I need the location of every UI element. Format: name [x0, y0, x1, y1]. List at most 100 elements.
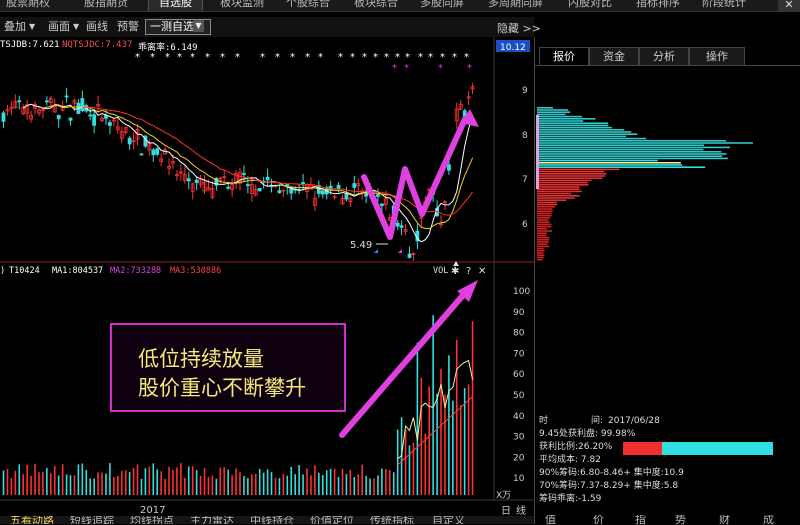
chart-toolbar: 叠加 ▼ 画面 ▼ 画线 预警 一测自选 ▼ 隐藏 >> — [0, 17, 541, 37]
hide-label: 隐藏 — [497, 22, 519, 35]
stat-profit-disk: 9.45处获利盘: 99.98% — [539, 429, 636, 439]
tab-indicator-sort[interactable]: 指标排序 — [636, 0, 680, 11]
signal-star-magenta: * — [438, 63, 443, 74]
candle-body — [265, 176, 270, 181]
draw-dropdown-icon[interactable]: ▼ — [73, 20, 79, 34]
help-icon[interactable]: ? — [466, 266, 471, 277]
tab-quote[interactable]: 报价 — [539, 47, 589, 65]
chip-bar — [537, 118, 596, 120]
vol-ma1: MA1:804537 — [52, 266, 103, 276]
signal-star: * — [373, 52, 378, 63]
volume-arrow — [339, 290, 468, 438]
chip-bar — [537, 120, 584, 122]
candle-body — [245, 184, 250, 187]
close-icon[interactable]: ✕ — [778, 0, 800, 11]
signal-star: * — [177, 52, 182, 63]
tab-sector-monitor[interactable]: 板块监测 — [220, 0, 264, 11]
chip-bar — [537, 186, 580, 188]
btab-0[interactable]: 五看动路 — [10, 516, 54, 524]
btab-4[interactable]: 中线持仓 — [250, 516, 294, 524]
vol-ma3: MA3:530886 — [170, 266, 221, 276]
btab-6[interactable]: 传统指标 — [370, 516, 414, 524]
chip-bar — [537, 109, 569, 111]
signal-star: * — [384, 52, 389, 63]
tab-stock-compare[interactable]: 内股对比 — [568, 0, 612, 11]
tab-analysis[interactable]: 分析 — [639, 47, 689, 65]
line-tool-button[interactable]: 画线 — [86, 20, 108, 34]
candle-body — [447, 164, 451, 171]
alert-button[interactable]: 预警 — [117, 20, 139, 34]
chip-bar — [537, 135, 627, 138]
overlay-button[interactable]: 叠加 — [4, 20, 26, 34]
chip-bar — [537, 223, 552, 226]
candle-body — [226, 186, 231, 189]
chip-bar — [537, 241, 549, 243]
stat-date: 2017/06/28 — [608, 416, 660, 426]
tab-stock-options[interactable]: 股票期权 — [6, 0, 50, 11]
period-line[interactable]: 线 — [516, 504, 526, 516]
signal-star: * — [362, 52, 367, 63]
candle-body — [407, 253, 412, 258]
signal-star: * — [260, 52, 265, 63]
btab-7[interactable]: 自定义 — [432, 516, 465, 524]
chip-bar — [537, 188, 580, 190]
bottom-tab-bar: 五看动路 短线追踪 均线拐点 主力雷达 中线持仓 价值定位 传统指标 自定义 — [0, 516, 534, 524]
candle-body — [64, 95, 69, 98]
btab-1[interactable]: 短线追踪 — [70, 516, 114, 524]
signal-star: * — [290, 52, 295, 63]
candle-body — [88, 114, 93, 117]
candle-body — [44, 100, 49, 103]
time-label: 时 — [539, 416, 549, 426]
close-indicator-icon[interactable]: ✕ — [478, 266, 486, 277]
tab-watchlist[interactable]: 自选股 — [148, 0, 203, 11]
signal-star: * — [135, 52, 140, 63]
vol-unit: X万 — [496, 491, 511, 501]
price-tick-8: 8 — [522, 131, 528, 141]
chevron-down-icon[interactable]: ▼ — [193, 20, 204, 32]
chip-bar — [537, 111, 571, 113]
signal-star-magenta: * — [467, 63, 472, 74]
chart-area: * * * * * * * * * * * * * * * * * * * * * * * * ** * * * 10.12 9 8 … — [0, 37, 534, 516]
gear-icon[interactable]: ✱ — [451, 266, 459, 277]
hide-panel-button[interactable]: 隐藏 >> — [497, 20, 541, 36]
btab-5[interactable]: 价值定位 — [310, 516, 354, 524]
chip-bar — [537, 181, 588, 184]
chip-bar — [537, 142, 753, 144]
chip-bar — [537, 232, 547, 234]
tab-stock-overview[interactable]: 个股综合 — [286, 0, 330, 11]
draw-button[interactable]: 画面 — [48, 20, 70, 34]
right-panel: 报价 资金 分析 操作 时 间: 2017/06/28 9.45处获利盘: 99.9… — [534, 37, 800, 525]
tab-operation[interactable]: 操作 — [689, 47, 745, 65]
chip-bar — [537, 153, 727, 155]
chip-bar — [537, 151, 722, 153]
signal-star: * — [318, 52, 323, 63]
turn-marker-icon — [398, 249, 402, 253]
tab-funds[interactable]: 资金 — [589, 47, 639, 65]
candle-body — [17, 100, 22, 103]
vol-label: VOL — [433, 266, 448, 276]
candle-body — [186, 178, 191, 182]
annotation-line-2: 股价重心不断攀升 — [138, 376, 306, 400]
tab-multi-stock[interactable]: 多股同屏 — [420, 0, 464, 11]
tab-multi-period[interactable]: 多周期同屏 — [488, 0, 543, 11]
chip-bar — [537, 115, 583, 118]
btab-3[interactable]: 主力雷达 — [190, 516, 234, 524]
tab-stage-stats[interactable]: 阶段统计 — [702, 0, 746, 11]
time-sep: 间: — [591, 416, 604, 426]
tab-index-futures[interactable]: 股指期货 — [84, 0, 128, 11]
tab-sector-overview[interactable]: 板块综合 — [354, 0, 398, 11]
btab-2[interactable]: 均线拐点 — [130, 516, 174, 524]
period-day[interactable]: 日 — [501, 506, 511, 516]
candle-body — [379, 203, 384, 207]
overlay-dropdown-icon[interactable]: ▼ — [29, 20, 35, 34]
chip-bar — [537, 113, 566, 116]
chip-bar — [537, 140, 727, 142]
vol-value: T10424 — [9, 266, 40, 276]
candle-body — [376, 194, 380, 197]
chip-bar — [537, 206, 556, 208]
profit-ratio-text: 获利比例:26.20% — [539, 442, 613, 452]
vol-legend-prefix: ) — [0, 266, 5, 276]
signal-star: * — [235, 52, 240, 63]
candle-body — [127, 137, 132, 145]
chip-bar — [537, 168, 620, 171]
